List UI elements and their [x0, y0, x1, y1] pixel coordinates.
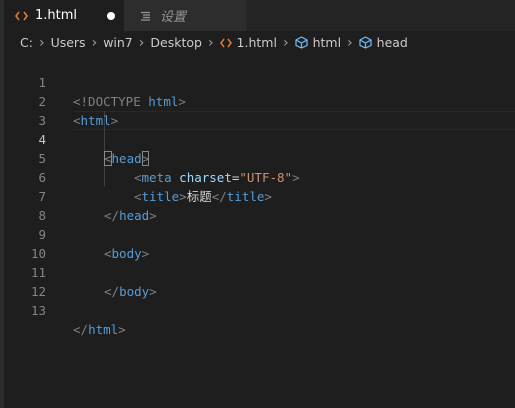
breadcrumb-item[interactable]: head [377, 35, 408, 50]
code-line: 5 <meta charset="UTF-8"> [4, 130, 515, 185]
breadcrumb-item[interactable]: 1.html [237, 35, 277, 50]
symbol-element-icon [294, 36, 308, 49]
tab-settings[interactable]: 设置 [124, 0, 246, 31]
code-line: 12 [4, 263, 515, 299]
tab-label: 1.html [35, 8, 78, 23]
chevron-right-icon: › [347, 34, 353, 51]
code-line: 1 <!DOCTYPE html> [4, 54, 515, 109]
tab-bar: 1.html 设置 [4, 0, 515, 31]
settings-lines-icon [140, 11, 154, 21]
code-line: 13 </html> [4, 282, 515, 337]
code-editor[interactable]: 1 <!DOCTYPE html> 2 <html> 3 4 <head> 5 … [4, 54, 515, 408]
breadcrumb-item[interactable]: html [313, 35, 341, 50]
code-line: 2 <html> [4, 73, 515, 128]
html-brackets-icon [219, 38, 232, 48]
code-line: 6 <title>标题</title> [4, 149, 515, 204]
html-brackets-icon [15, 11, 29, 21]
code-line: 10 [4, 225, 515, 261]
tab-label: 设置 [160, 10, 187, 25]
chevron-right-icon: › [38, 34, 45, 51]
breadcrumb-item[interactable]: Users [51, 35, 86, 50]
code-line: 7 </head> [4, 168, 515, 223]
code-line-active: 4 <head> [4, 111, 515, 166]
breadcrumb: C: › Users › win7 › Desktop › 1.html › h… [4, 31, 515, 54]
line-number: 13 [30, 303, 46, 318]
chevron-right-icon: › [91, 34, 98, 51]
chevron-right-icon: › [282, 34, 289, 51]
code-line: 3 [4, 92, 515, 128]
breadcrumb-item[interactable]: win7 [103, 35, 133, 50]
code-line: 9 <body> [4, 206, 515, 261]
code-line: 11 </body> [4, 244, 515, 299]
tab-1-html[interactable]: 1.html [4, 0, 124, 31]
code-line: 8 [4, 187, 515, 223]
chevron-right-icon: › [138, 34, 145, 51]
unsaved-dot-icon[interactable] [107, 12, 115, 20]
symbol-element-icon [359, 36, 372, 49]
chevron-right-icon: › [207, 34, 214, 51]
breadcrumb-item[interactable]: C: [20, 35, 33, 50]
breadcrumb-item[interactable]: Desktop [150, 35, 202, 50]
